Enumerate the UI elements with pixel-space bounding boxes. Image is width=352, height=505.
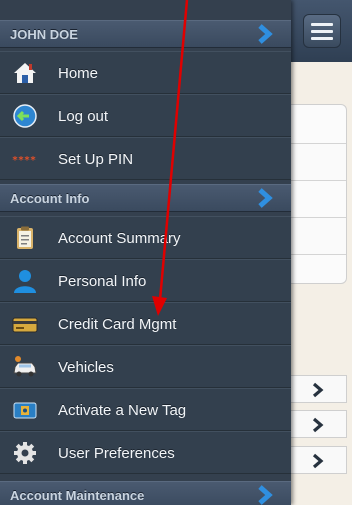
menu-item-label: Credit Card Mgmt [58,316,177,333]
menu-item-label: Home [58,65,99,82]
menu-icon-bar [311,30,333,33]
menu-item-account-summary[interactable]: Account Summary [0,216,291,259]
menu-icon-bar [311,37,333,40]
menu-item-label: Log out [58,108,109,125]
svg-text:****: **** [12,155,36,166]
chevron-right-icon [312,453,324,469]
menu-item-activate-new-tag[interactable]: Activate a New Tag [0,388,291,431]
clipboard-icon [17,226,33,249]
background-chevron-row[interactable] [291,410,347,438]
menu-item-personal-info[interactable]: Personal Info [0,259,291,302]
vehicles-icon [13,356,37,377]
logout-icon [13,104,37,128]
chevron-right-icon [258,188,273,208]
menu-item-label: User Preferences [58,445,175,462]
background-card-row [291,217,346,255]
menu-item-label: Account Summary [58,230,181,247]
background-page [291,0,352,505]
menu-item-user-preferences[interactable]: User Preferences [0,431,291,474]
menu-item-label: Set Up PIN [58,151,134,168]
menu-item-set-up-pin[interactable]: **** Set Up PIN [0,137,291,180]
menu-icon-bar [311,23,333,26]
top-navigation-bar [291,0,352,62]
section-label: Account Info [10,191,90,206]
chevron-right-icon [312,382,324,398]
chevron-right-icon [312,417,324,433]
user-header[interactable]: JOHN DOE [0,20,291,48]
section-account-maintenance[interactable]: Account Maintenance [0,481,291,505]
home-icon [14,63,36,83]
tag-icon [13,402,37,419]
menu-item-label: Activate a New Tag [58,402,187,419]
side-navigation-drawer: JOHN DOE Home Log out **** Set Up PIN Ac… [0,0,291,505]
menu-item-vehicles[interactable]: Vehicles [0,345,291,388]
gear-icon [14,442,36,464]
user-name: JOHN DOE [10,27,78,42]
menu-item-label: Vehicles [58,359,114,376]
section-account-info[interactable]: Account Info [0,184,291,212]
credit-card-icon [12,317,38,333]
menu-item-credit-card-mgmt[interactable]: Credit Card Mgmt [0,302,291,345]
background-card [291,104,347,284]
chevron-right-icon [258,485,273,505]
menu-item-log-out[interactable]: Log out [0,94,291,137]
pin-icon: **** [12,155,36,166]
section-label: Account Maintenance [10,488,145,503]
background-card-row [291,143,346,181]
menu-item-home[interactable]: Home [0,51,291,94]
chevron-right-icon [258,24,273,44]
menu-item-label: Personal Info [58,273,147,290]
menu-toggle-button[interactable] [303,14,341,48]
person-icon [14,270,36,293]
background-chevron-row[interactable] [291,446,347,474]
background-chevron-row[interactable] [291,375,347,403]
